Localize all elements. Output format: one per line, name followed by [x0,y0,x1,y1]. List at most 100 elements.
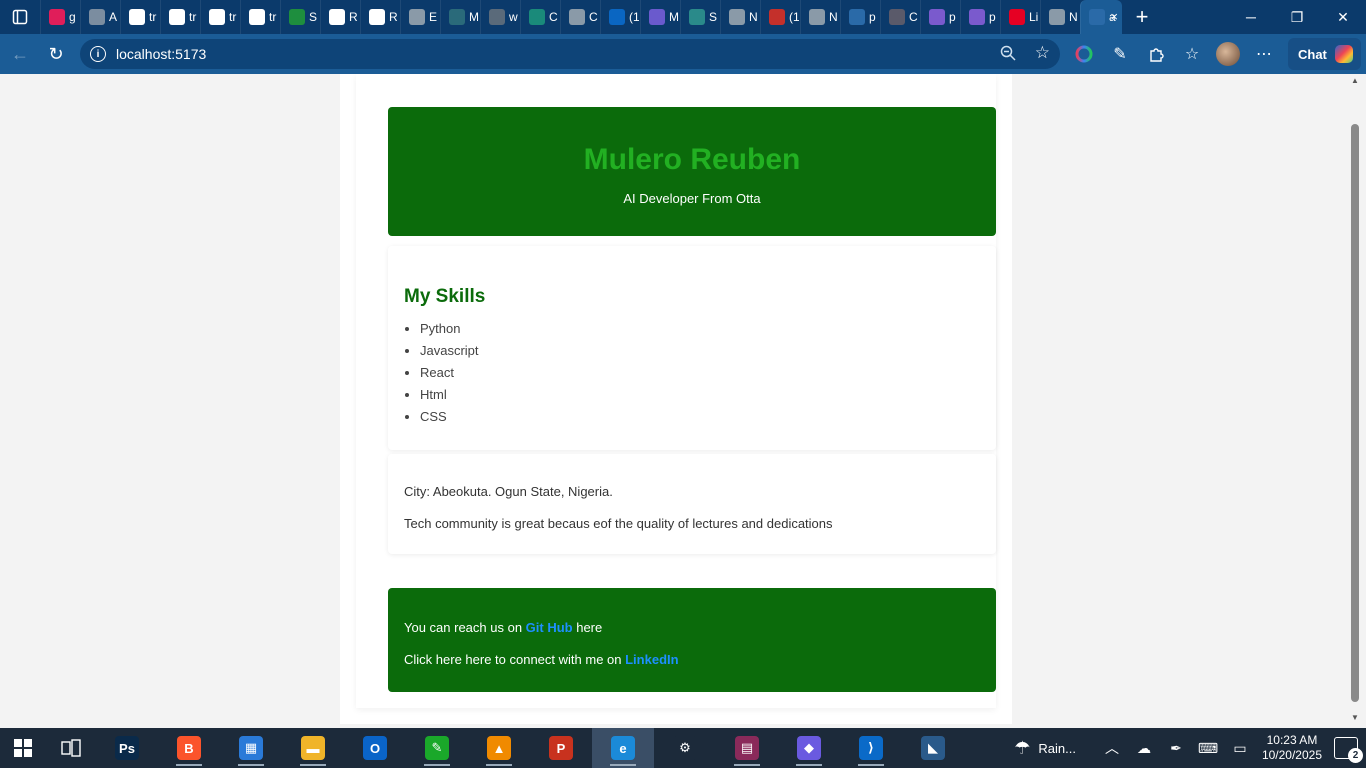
browser-toolbar: ← ↻ i localhost:5173 ☆ ✎ ☆ ⋯ Chat [0,34,1366,74]
taskbar-app-settings[interactable]: ⚙ [654,728,716,768]
tab-active[interactable]: a × [1080,0,1122,34]
display-icon[interactable]: ▭ [1224,740,1256,757]
favorite-star-icon[interactable]: ☆ [1035,43,1050,63]
taskbar-app-notepad[interactable]: ✎ [406,728,468,768]
pen-icon[interactable]: ✒ [1160,740,1192,757]
github-link[interactable]: Git Hub [526,620,573,635]
tab-actions-button[interactable] [0,0,40,34]
taskbar-app-brave[interactable]: B [158,728,220,768]
weather-text: Rain... [1038,740,1076,756]
taskbar-app-edge[interactable]: e [592,728,654,768]
taskbar-app-vlc[interactable]: ▲ [468,728,530,768]
browser-tab[interactable]: p [920,0,960,34]
scroll-down-icon[interactable]: ▼ [1350,713,1360,722]
browser-tab[interactable]: tr [120,0,160,34]
chat-button[interactable]: Chat [1288,38,1361,70]
clock[interactable]: 10:23 AM 10/20/2025 [1262,733,1322,763]
tab-favicon-icon [569,9,585,25]
tab-favicon-icon [889,9,905,25]
vertical-scrollbar[interactable]: ▲ ▼ [1348,74,1362,724]
pp-icon: P [549,736,573,760]
browser-tab[interactable]: N [720,0,760,34]
outlook-icon: O [363,736,387,760]
zoom-icon[interactable] [1000,45,1016,64]
back-button[interactable]: ← [2,36,38,72]
hero-name: Mulero Reuben [583,143,801,176]
other-icon: ◣ [921,736,945,760]
browser-tab[interactable]: tr [200,0,240,34]
browser-tab[interactable]: C [560,0,600,34]
profile-button[interactable] [1210,36,1246,72]
new-tab-button[interactable]: + [1122,0,1162,34]
chevron-up-icon[interactable]: ︿ [1096,738,1128,758]
browser-tab[interactable]: E [400,0,440,34]
content-wrapper: Mulero Reuben AI Developer From Otta My … [356,74,996,708]
browser-tab[interactable]: A [80,0,120,34]
eyedropper-icon[interactable]: ✎ [1102,36,1138,72]
close-window-button[interactable]: ✕ [1320,0,1366,34]
browser-tab[interactable]: M [440,0,480,34]
skill-item: React [420,364,479,386]
scroll-up-icon[interactable]: ▲ [1350,76,1360,85]
browser-tab[interactable]: (1 [760,0,800,34]
address-bar[interactable]: i localhost:5173 ☆ [80,39,1060,69]
favorites-icon[interactable]: ☆ [1174,36,1210,72]
browser-tab[interactable]: C [520,0,560,34]
task-view-button[interactable] [46,728,96,768]
taskbar-app-outlook[interactable]: O [344,728,406,768]
browser-tab[interactable]: Li [1000,0,1040,34]
browser-tab[interactable]: g [40,0,80,34]
skills-list: Python Javascript React Html CSS [420,320,479,430]
linkedin-link[interactable]: LinkedIn [625,652,678,667]
browser-tab[interactable]: w [480,0,520,34]
keyboard-icon[interactable]: ⌨ [1192,740,1224,757]
running-indicator [486,764,512,766]
browser-tab[interactable]: (1 [600,0,640,34]
tab-title: A [109,10,118,24]
color-wheel-icon[interactable] [1066,36,1102,72]
notifications-icon[interactable]: 2 [1334,737,1363,763]
taskbar-app-pp[interactable]: P [530,728,592,768]
refresh-button[interactable]: ↻ [38,36,74,72]
photoshop-icon: Ps [115,736,139,760]
tab-close-icon[interactable]: × [1110,9,1118,24]
taskbar-app-winrar[interactable]: ▤ [716,728,778,768]
browser-tab[interactable]: tr [160,0,200,34]
browser-tab[interactable]: M [640,0,680,34]
browser-tab[interactable]: R [360,0,400,34]
chat-label: Chat [1298,46,1327,62]
skill-item: Javascript [420,342,479,364]
start-button[interactable] [0,728,46,768]
clock-date: 10/20/2025 [1261,748,1322,762]
browser-tab[interactable]: N [800,0,840,34]
taskbar-app-explorer[interactable]: ▬ [282,728,344,768]
browser-tab[interactable]: S [680,0,720,34]
taskbar-app-other[interactable]: ◣ [902,728,964,768]
minimize-button[interactable]: ─ [1228,0,1274,34]
taskbar-app-vscode[interactable]: ⟩ [840,728,902,768]
browser-tab[interactable]: R [320,0,360,34]
tab-title: tr [269,10,277,24]
extensions-icon[interactable] [1138,36,1174,72]
browser-tab[interactable]: p [840,0,880,34]
browser-tab[interactable]: S [280,0,320,34]
tab-title: p [989,10,996,24]
browser-tab[interactable]: N [1040,0,1080,34]
browser-tab[interactable]: C [880,0,920,34]
weather-widget[interactable]: ☂ Rain... [1014,738,1076,759]
taskbar-app-photoshop[interactable]: Ps [96,728,158,768]
browser-tab[interactable]: p [960,0,1000,34]
taskbar-app-store[interactable]: ▦ [220,728,282,768]
settings-icon: ⚙ [673,736,697,760]
tab-favicon-icon [929,9,945,25]
tab-title: M [469,10,479,24]
tab-favicon-icon [49,9,65,25]
taskbar-app-copilot[interactable]: ◆ [778,728,840,768]
running-indicator [238,764,264,766]
scroll-thumb[interactable] [1351,124,1359,702]
more-menu-icon[interactable]: ⋯ [1246,36,1282,72]
site-info-icon[interactable]: i [90,46,106,62]
maximize-button[interactable]: ❐ [1274,0,1320,34]
onedrive-icon[interactable]: ☁ [1128,740,1160,757]
browser-tab[interactable]: tr [240,0,280,34]
